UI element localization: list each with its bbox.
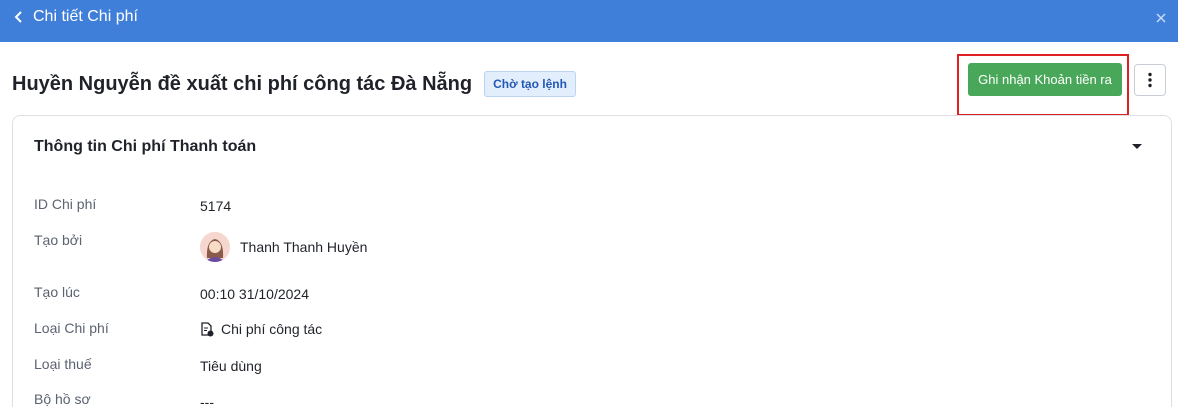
back-button[interactable]: Chi tiết Chi phí	[14, 8, 138, 26]
document-icon	[201, 321, 214, 336]
title-row: Huyền Nguyễn đề xuất chi phí công tác Đà…	[12, 71, 576, 97]
field-value-dossier: ---	[200, 394, 214, 407]
page-title: Huyền Nguyễn đề xuất chi phí công tác Đà…	[12, 72, 473, 95]
expense-info-card: Thông tin Chi phí Thanh toán ID Chi phí …	[12, 115, 1172, 407]
field-label-dossier: Bộ hồ sơ	[34, 391, 91, 407]
field-label-created-by: Tạo bởi	[34, 232, 83, 248]
field-label-id: ID Chi phí	[34, 196, 97, 212]
field-value-created-by: Thanh Thanh Huyền	[200, 232, 367, 262]
field-value-tax-type: Tiêu dùng	[200, 358, 262, 374]
field-label-expense-type: Loại Chi phí	[34, 320, 109, 336]
field-label-tax-type: Loại thuế	[34, 356, 92, 372]
record-outflow-button[interactable]: Ghi nhận Khoản tiền ra	[968, 63, 1122, 96]
field-value-created-at: 00:10 31/10/2024	[200, 286, 309, 302]
header-title: Chi tiết Chi phí	[33, 8, 138, 25]
chevron-left-icon	[14, 11, 22, 23]
more-options-button[interactable]	[1134, 64, 1166, 96]
expense-type-text: Chi phí công tác	[221, 321, 323, 337]
creator-name: Thanh Thanh Huyền	[240, 239, 368, 255]
close-icon[interactable]	[1154, 11, 1168, 25]
field-value-expense-type: Chi phí công tác	[200, 321, 322, 337]
field-label-created-at: Tạo lúc	[34, 284, 80, 300]
status-badge: Chờ tạo lệnh	[484, 71, 576, 97]
avatar	[200, 232, 230, 262]
header-bar: Chi tiết Chi phí	[0, 0, 1178, 42]
caret-down-icon[interactable]	[1129, 140, 1145, 152]
field-value-id: 5174	[200, 198, 232, 214]
card-title: Thông tin Chi phí Thanh toán	[34, 138, 257, 155]
more-vertical-icon	[1148, 72, 1152, 88]
